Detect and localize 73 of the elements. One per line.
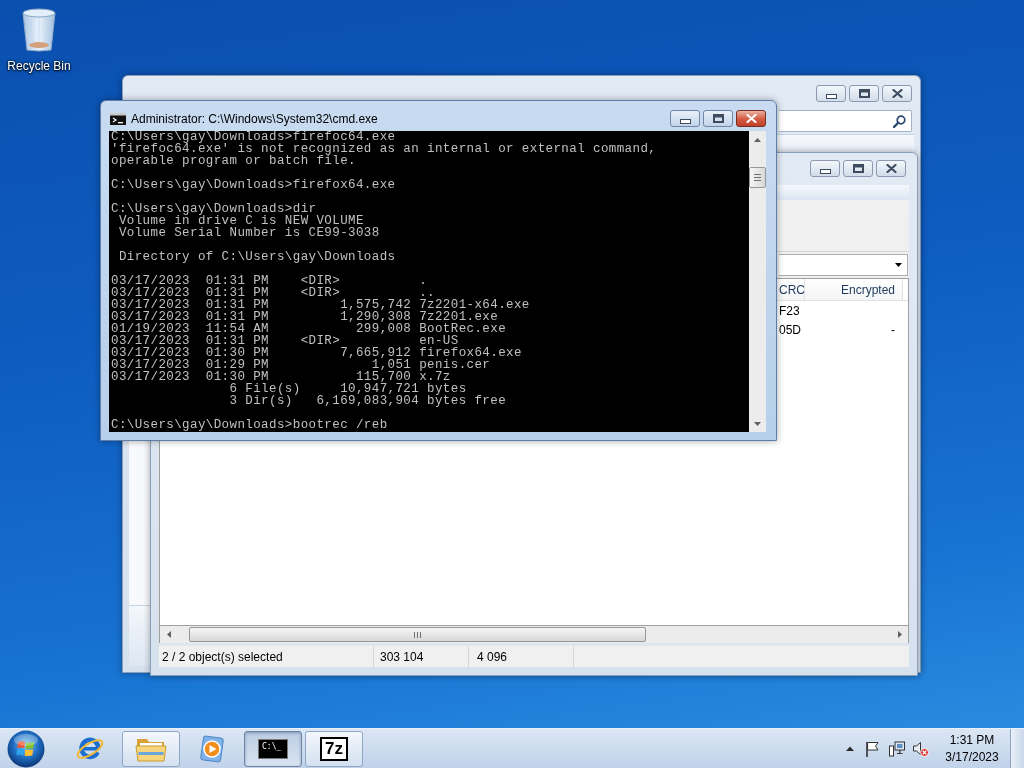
console-line: 03/17/2023 01:31 PM <DIR> en-US bbox=[111, 335, 459, 347]
scrollbar-thumb[interactable] bbox=[189, 627, 646, 642]
trash-bin-icon bbox=[20, 7, 58, 52]
close-button[interactable] bbox=[882, 85, 912, 102]
scroll-down-icon[interactable] bbox=[754, 421, 761, 426]
chevron-up-icon[interactable] bbox=[844, 745, 856, 752]
console-line: 03/17/2023 01:31 PM <DIR> .. bbox=[111, 287, 435, 299]
flag-icon[interactable] bbox=[864, 740, 880, 757]
close-button[interactable] bbox=[876, 160, 906, 177]
console-line: 03/17/2023 01:30 PM 115,700 x.7z bbox=[111, 371, 451, 383]
scrollbar-thumb[interactable] bbox=[749, 167, 766, 188]
console-line: C:\Users\gay\Downloads>firefox64.exe bbox=[111, 179, 396, 191]
dropdown-caret-icon bbox=[895, 263, 902, 267]
console-line: C:\Users\gay\Downloads>dir bbox=[111, 203, 317, 215]
maximize-icon bbox=[858, 89, 870, 98]
console-line: 03/17/2023 01:30 PM 7,665,912 firefox64.exe bbox=[111, 347, 522, 359]
taskbar-button[interactable]: 7z bbox=[305, 730, 363, 767]
maximize-button[interactable] bbox=[703, 110, 733, 127]
desktop-shortcut[interactable]: Recycle Bin bbox=[4, 7, 74, 73]
minimize-button[interactable] bbox=[810, 160, 840, 177]
console-line: 01/19/2023 11:54 AM 299,008 BootRec.exe bbox=[111, 323, 507, 335]
scroll-up-icon[interactable] bbox=[754, 137, 761, 142]
table-cell-text: - bbox=[890, 321, 896, 339]
console-line: Volume in drive C is NEW VOLUME bbox=[118, 215, 364, 227]
minimize-button[interactable] bbox=[816, 85, 846, 102]
horizontal-scrollbar[interactable] bbox=[159, 626, 909, 643]
minimize-button[interactable] bbox=[670, 110, 700, 127]
taskbar-button[interactable]: C:\_ bbox=[244, 730, 302, 767]
clock-time: 1:31 PM bbox=[949, 731, 995, 749]
console-line: Volume Serial Number is CE99-3038 bbox=[117, 227, 380, 239]
network-icon[interactable] bbox=[889, 740, 905, 757]
console-line: 6 File(s) 10,947,721 bytes bbox=[228, 383, 467, 395]
maximize-icon bbox=[852, 164, 864, 173]
terminal-logo: C:\_ bbox=[258, 738, 288, 759]
maximize-button[interactable] bbox=[849, 85, 879, 102]
console-line: 03/17/2023 01:31 PM 1,290,308 7z2201.exe bbox=[111, 311, 499, 323]
table-cell-text: F23 bbox=[778, 302, 801, 320]
search-icon bbox=[893, 114, 906, 128]
maximize-icon bbox=[712, 114, 724, 123]
console-line: C:\Users\gay\Downloads>firefoc64.exe bbox=[111, 131, 396, 143]
vertical-scrollbar[interactable] bbox=[749, 131, 766, 432]
taskbar-button[interactable] bbox=[122, 730, 180, 767]
scroll-left-icon[interactable] bbox=[166, 631, 171, 638]
close-icon bbox=[885, 164, 897, 173]
console-line: 3 Dir(s) 6,169,083,904 bytes free bbox=[228, 395, 507, 407]
console-line: 03/17/2023 01:31 PM 1,575,742 7z2201-x64.exe bbox=[111, 299, 530, 311]
status-text: 303 104 bbox=[374, 646, 469, 667]
status-text: 2 / 2 object(s) selected bbox=[159, 646, 374, 667]
status-text: 4 096 bbox=[469, 646, 574, 667]
windows-logo-icon bbox=[7, 729, 45, 768]
terminal-icon bbox=[110, 112, 126, 125]
minimize-icon bbox=[819, 168, 831, 174]
close-button[interactable] bbox=[736, 110, 766, 127]
maximize-button[interactable] bbox=[843, 160, 873, 177]
table-cell-text: 05D bbox=[778, 321, 802, 339]
window-title: Administrator: C:\Windows\System32\cmd.exe bbox=[131, 111, 378, 126]
minimize-icon bbox=[679, 118, 691, 124]
console-line: 'firefoc64.exe' is not recognized as an internal or external command, bbox=[111, 143, 657, 155]
app-logo: 7z bbox=[320, 736, 348, 761]
minimize-icon bbox=[825, 93, 837, 99]
start-button[interactable] bbox=[7, 729, 45, 768]
search-field[interactable] bbox=[779, 110, 912, 132]
column-header[interactable]: Encrypted bbox=[805, 279, 903, 300]
console-line: 03/17/2023 01:31 PM <DIR> . bbox=[111, 275, 428, 287]
clock-date: 3/17/2023 bbox=[945, 748, 999, 766]
close-icon bbox=[891, 89, 903, 98]
close-icon bbox=[745, 114, 757, 123]
console-line: Directory of C:\Users\gay\Downloads bbox=[117, 251, 396, 263]
scroll-right-icon[interactable] bbox=[897, 631, 902, 638]
console-line: 03/17/2023 01:29 PM 1,051 penis.cer bbox=[111, 359, 491, 371]
speaker-icon[interactable] bbox=[913, 740, 929, 757]
console-line: operable program or batch file. bbox=[111, 155, 356, 167]
console-line: C:\Users\gay\Downloads>bootrec /reb bbox=[111, 419, 388, 431]
